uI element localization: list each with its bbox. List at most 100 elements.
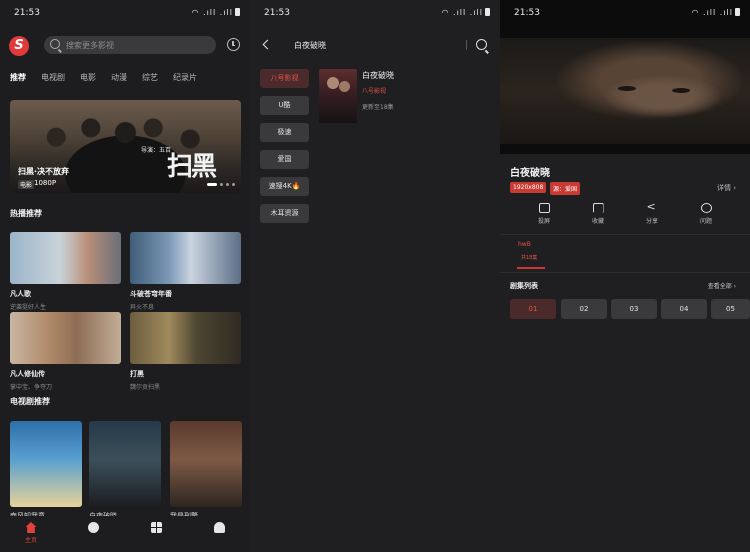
detail-screen: 21:53 ◠ .ıll .ıll 白夜破晓 1920x808 源：爱国 详情 … [500,0,750,552]
share-button[interactable]: 分享 [637,200,667,225]
episode-button[interactable]: 03 [611,299,657,319]
card-subtitle: 异火不息 [130,304,155,311]
share-label: 分享 [645,218,658,225]
episode-button[interactable]: 05 [711,299,750,319]
featured-banner[interactable]: 导演：五百 扫黑 扫黑·决不放弃 电影 1080P [10,100,241,193]
nav-category[interactable] [141,522,171,533]
status-time: 21:53 [264,8,290,18]
tab-movie[interactable]: 电影 [80,72,96,83]
source-tab[interactable]: 八号影视 [260,69,309,88]
source-tag: 源：爱国 [550,182,581,195]
banner-resolution: 1080P [34,179,57,187]
battery-icon [235,8,240,16]
source-tab[interactable]: 木耳资源 [260,204,309,223]
signal-icons: ◠ .ıll .ıll [442,8,490,17]
play-source-count: 共18集 [521,255,538,261]
result-poster[interactable] [319,69,357,123]
divider [500,272,750,273]
source-tab[interactable]: U酷 [260,96,309,115]
source-tab[interactable]: 速搜4K🔥 [260,177,309,196]
nav-home-label: 主页 [24,537,37,544]
detail-link[interactable]: 详情 › [717,183,736,193]
tab-anime[interactable]: 动漫 [111,72,127,83]
battery-icon [485,8,490,16]
bookmark-icon [592,203,604,213]
play-source[interactable]: hwB [518,241,531,248]
nav-profile[interactable] [204,522,234,533]
search-placeholder: 搜索更多影视 [66,41,114,50]
tab-documentary[interactable]: 纪录片 [173,72,197,83]
app-logo: S [9,36,29,56]
result-title[interactable]: 白夜破晓 [362,70,394,81]
grid-icon [150,522,162,533]
card-title: 打黑 [130,370,144,378]
card-subtitle: 掌中宝、争夺刀 [10,384,53,391]
favorite-button[interactable]: 收藏 [583,203,613,225]
hot-card[interactable]: 凡人歌 逆袭挺好人生 [10,232,121,311]
divider [466,40,467,50]
cast-icon [538,203,550,213]
status-bar: 21:53 ◠ .ıll .ıll [250,0,500,28]
result-source: 八号影视 [362,88,387,95]
battery-icon [735,8,740,16]
signal-icons: ◠ .ıll .ıll [692,8,740,17]
share-icon [647,200,658,213]
card-thumbnail [130,232,241,284]
tab-variety[interactable]: 综艺 [142,72,158,83]
card-subtitle: 魏尔贡扫黑 [130,384,161,391]
cast-button[interactable]: 投屏 [529,203,559,225]
hot-card[interactable]: 打黑 魏尔贡扫黑 [130,312,241,391]
report-button[interactable]: 问题 [691,203,721,225]
search-input[interactable]: 搜索更多影视 [44,36,216,54]
card-thumbnail [130,312,241,364]
search-screen: 21:53 ◠ .ıll .ıll 白夜破晓 八号影视 U酷 极速 爱国 速搜4… [250,0,500,552]
banner-title: 扫黑·决不放弃 [18,167,70,176]
tv-poster[interactable] [10,421,82,507]
tab-tv[interactable]: 电视剧 [41,72,65,83]
view-all-link[interactable]: 查看全部 › [708,281,736,290]
status-time: 21:53 [14,8,40,18]
home-icon [25,522,37,533]
search-icon[interactable] [476,39,487,50]
tv-section-title: 电视剧推荐 [10,397,50,406]
category-tabs: 推荐 电视剧 电影 动漫 综艺 纪录片 [10,72,212,83]
source-tab[interactable]: 极速 [260,123,309,142]
cast-label: 投屏 [537,218,550,225]
favorite-label: 收藏 [591,218,604,225]
episode-button[interactable]: 02 [561,299,607,319]
hot-card[interactable]: 斗破苍穹年番 异火不息 [130,232,241,311]
hot-card[interactable]: 凡人修仙传 掌中宝、争夺刀 [10,312,121,391]
video-frame [500,38,750,144]
face-icon [87,522,99,533]
episode-button[interactable]: 04 [661,299,707,319]
tv-poster[interactable] [170,421,242,507]
home-screen: 21:53 ◠ .ıll .ıll S 搜索更多影视 推荐 电视剧 电影 动漫 … [0,0,250,552]
resolution-tag: 1920x808 [510,182,547,193]
nav-discover[interactable] [78,522,108,533]
tab-recommend[interactable]: 推荐 [10,72,26,83]
card-title: 凡人修仙传 [10,370,45,378]
tv-poster[interactable] [89,421,161,507]
search-query[interactable]: 白夜破晓 [294,40,326,51]
status-bar: 21:53 ◠ .ıll .ıll [500,0,750,28]
video-detail [618,86,636,91]
search-icon [50,39,60,49]
nav-home[interactable]: 主页 [16,522,46,544]
banner-big-title: 扫黑 [166,152,217,182]
episodes-title: 剧集列表 [510,282,538,290]
card-thumbnail [10,232,121,284]
hot-section-title: 热播推荐 [10,209,42,218]
carousel-dots [207,183,235,186]
episode-button[interactable]: 01 [510,299,556,319]
banner-badge: 电影 [18,180,35,189]
card-subtitle: 逆袭挺好人生 [10,304,47,311]
back-icon[interactable] [262,39,273,50]
source-indicator [517,267,545,269]
history-icon[interactable] [227,38,240,51]
signal-icons: ◠ .ıll .ıll [192,8,240,17]
source-tab[interactable]: 爱国 [260,150,309,169]
video-player[interactable] [500,28,750,154]
bottom-nav: 主页 [0,516,250,552]
report-label: 问题 [699,218,712,225]
status-time: 21:53 [514,8,540,18]
